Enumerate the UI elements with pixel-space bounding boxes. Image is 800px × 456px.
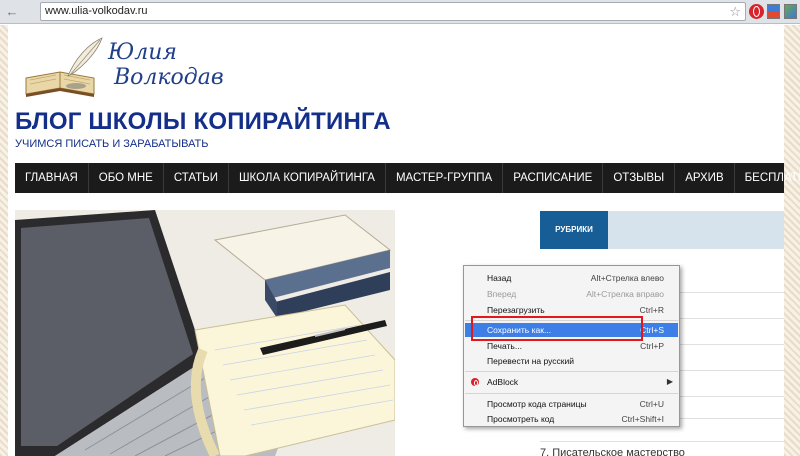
back-arrow-icon[interactable]: ← bbox=[4, 4, 20, 20]
context-item-translate[interactable]: Перевести на русский bbox=[465, 354, 678, 368]
book-quill-logo-icon[interactable] bbox=[20, 34, 110, 102]
nav-item-schedule[interactable]: РАСПИСАНИЕ bbox=[503, 163, 604, 193]
nav-item-home[interactable]: ГЛАВНАЯ bbox=[15, 163, 89, 193]
logo-first-name: Юлия bbox=[108, 40, 177, 65]
address-bar[interactable]: www.ulia-volkodav.ru ☆ bbox=[40, 2, 746, 21]
categories-tab[interactable]: РУБРИКИ bbox=[540, 211, 608, 249]
adblock-icon bbox=[471, 378, 479, 386]
sidebar-divider bbox=[540, 441, 784, 442]
context-item-print[interactable]: Печать... Ctrl+P bbox=[465, 339, 678, 353]
context-item-back[interactable]: Назад Alt+Стрелка влево bbox=[465, 271, 678, 285]
nav-item-free[interactable]: БЕСПЛАТНО bbox=[735, 163, 800, 193]
extension-icon[interactable] bbox=[767, 4, 780, 19]
sidebar-category-link[interactable]: 7. Писательское мастерство bbox=[540, 447, 685, 456]
context-item-inspect[interactable]: Просмотреть код Ctrl+Shift+I bbox=[465, 412, 678, 426]
site-subtitle: УЧИМСЯ ПИСАТЬ И ЗАРАБАТЫВАТЬ bbox=[15, 138, 209, 150]
context-separator bbox=[465, 371, 678, 372]
nav-item-about[interactable]: ОБО МНЕ bbox=[89, 163, 164, 193]
context-separator bbox=[465, 393, 678, 394]
nav-item-master-group[interactable]: МАСТЕР-ГРУППА bbox=[386, 163, 504, 193]
laptop-notepad-illustration bbox=[15, 210, 395, 456]
categories-widget-header: РУБРИКИ bbox=[540, 211, 784, 249]
nav-item-archive[interactable]: АРХИВ bbox=[675, 163, 735, 193]
highlight-annotation-box bbox=[471, 316, 643, 341]
nav-item-articles[interactable]: СТАТЬИ bbox=[164, 163, 229, 193]
context-item-forward[interactable]: Вперед Alt+Стрелка вправо bbox=[465, 287, 678, 301]
logo-last-name: Волкодав bbox=[114, 65, 224, 90]
site-title[interactable]: БЛОГ ШКОЛЫ КОПИРАЙТИНГА bbox=[15, 108, 391, 136]
nav-item-school[interactable]: ШКОЛА КОПИРАЙТИНГА bbox=[229, 163, 386, 193]
nav-item-reviews[interactable]: ОТЗЫВЫ bbox=[603, 163, 676, 193]
context-item-reload[interactable]: Перезагрузить Ctrl+R bbox=[465, 303, 678, 317]
hero-image[interactable] bbox=[15, 210, 395, 456]
context-menu: Назад Alt+Стрелка влево Вперед Alt+Стрел… bbox=[463, 265, 680, 427]
bookmark-star-icon[interactable]: ☆ bbox=[729, 4, 741, 19]
context-item-view-source[interactable]: Просмотр кода страницы Ctrl+U bbox=[465, 397, 678, 411]
opera-extension-icon[interactable] bbox=[749, 4, 764, 19]
page-texture-right bbox=[784, 25, 800, 456]
submenu-arrow-icon: ▶ bbox=[666, 377, 673, 386]
extension-menu-icon[interactable] bbox=[784, 4, 797, 19]
logo-signature[interactable]: Юлия Волкодав bbox=[108, 40, 224, 90]
page-texture-left bbox=[0, 25, 8, 456]
context-item-adblock[interactable]: AdBlock ▶ bbox=[465, 375, 678, 389]
url-text: www.ulia-volkodav.ru bbox=[45, 5, 148, 17]
browser-toolbar: ← ▭ www.ulia-volkodav.ru ☆ bbox=[0, 0, 800, 456]
main-navigation: ГЛАВНАЯ ОБО МНЕ СТАТЬИ ШКОЛА КОПИРАЙТИНГ… bbox=[15, 163, 800, 193]
